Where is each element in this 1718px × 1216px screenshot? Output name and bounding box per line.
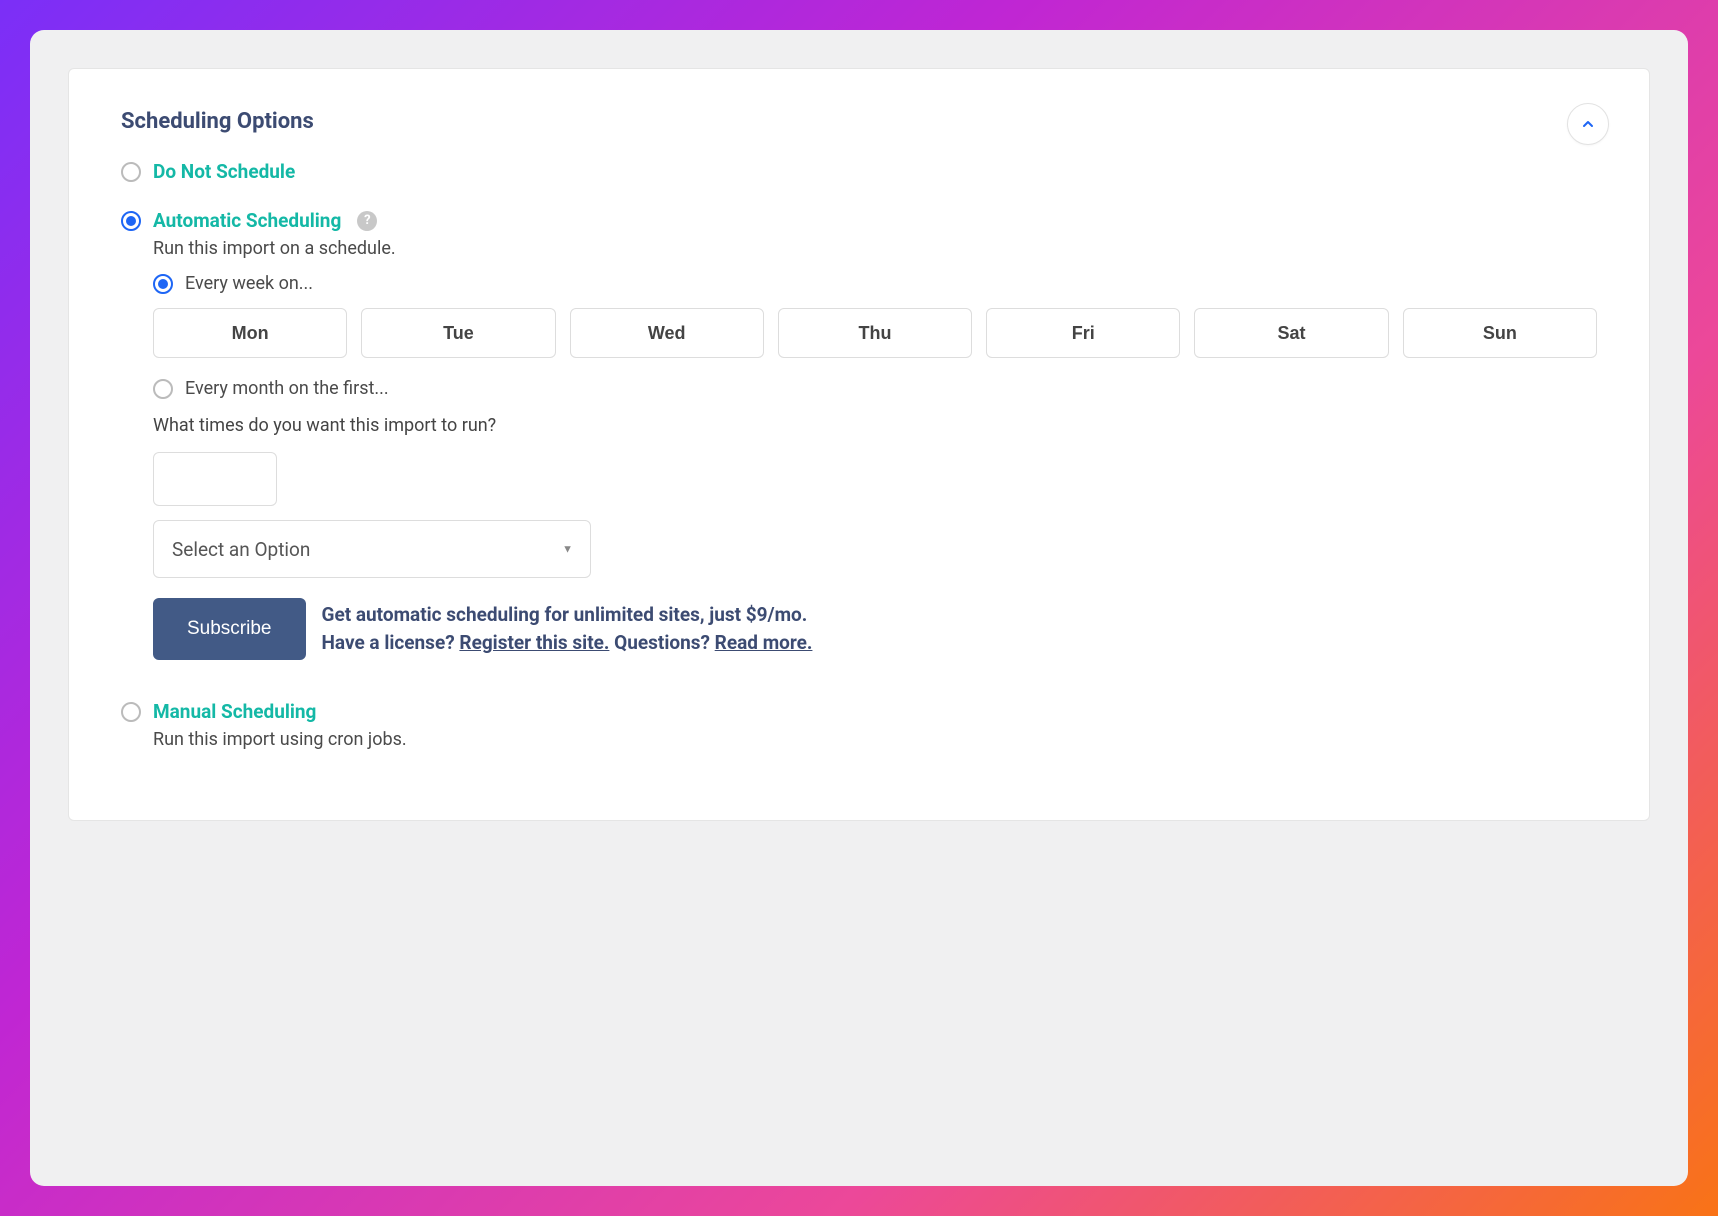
label-do-not-schedule[interactable]: Do Not Schedule <box>153 160 295 183</box>
scheduling-card: Scheduling Options Do Not Schedule Autom… <box>68 68 1650 821</box>
label-automatic[interactable]: Automatic Scheduling <box>153 209 341 232</box>
promo-text: Get automatic scheduling for unlimited s… <box>322 601 813 656</box>
promo-line2b: Questions? <box>609 631 714 654</box>
automatic-sub-block: Every week on... Mon Tue Wed Thu Fri Sat… <box>153 273 1597 660</box>
day-thu[interactable]: Thu <box>778 308 972 358</box>
outer-panel: Scheduling Options Do Not Schedule Autom… <box>30 30 1688 1186</box>
radio-manual[interactable] <box>121 702 141 722</box>
radio-monthly[interactable] <box>153 379 173 399</box>
time-input[interactable] <box>153 452 277 506</box>
radio-automatic[interactable] <box>121 211 141 231</box>
label-manual[interactable]: Manual Scheduling <box>153 700 316 723</box>
option-select-value: Select an Option <box>172 538 310 561</box>
promo-line1: Get automatic scheduling for unlimited s… <box>322 603 808 626</box>
desc-manual: Run this import using cron jobs. <box>153 729 1597 750</box>
option-do-not-schedule: Do Not Schedule <box>121 160 1597 183</box>
section-title: Scheduling Options <box>121 109 1597 134</box>
promo-row: Subscribe Get automatic scheduling for u… <box>153 598 1597 660</box>
option-select-wrap: Select an Option ▼ <box>153 520 591 578</box>
day-sat[interactable]: Sat <box>1194 308 1388 358</box>
promo-line2a: Have a license? <box>322 631 460 654</box>
day-wed[interactable]: Wed <box>570 308 764 358</box>
link-read-more[interactable]: Read more. <box>715 631 813 654</box>
help-icon[interactable]: ? <box>357 211 377 231</box>
days-row: Mon Tue Wed Thu Fri Sat Sun <box>153 308 1597 358</box>
chevron-up-icon <box>1580 116 1596 132</box>
option-automatic: Automatic Scheduling ? Run this import o… <box>121 209 1597 660</box>
link-register-site[interactable]: Register this site. <box>459 631 609 654</box>
subscribe-button[interactable]: Subscribe <box>153 598 306 660</box>
label-weekly[interactable]: Every week on... <box>185 273 313 294</box>
day-sun[interactable]: Sun <box>1403 308 1597 358</box>
option-manual: Manual Scheduling Run this import using … <box>121 700 1597 750</box>
day-fri[interactable]: Fri <box>986 308 1180 358</box>
day-mon[interactable]: Mon <box>153 308 347 358</box>
radio-weekly[interactable] <box>153 274 173 294</box>
times-question: What times do you want this import to ru… <box>153 415 1597 436</box>
chevron-down-icon: ▼ <box>562 543 573 556</box>
desc-automatic: Run this import on a schedule. <box>153 238 1597 259</box>
label-monthly[interactable]: Every month on the first... <box>185 378 389 399</box>
option-select[interactable]: Select an Option <box>153 520 591 578</box>
collapse-button[interactable] <box>1567 103 1609 145</box>
radio-do-not-schedule[interactable] <box>121 162 141 182</box>
day-tue[interactable]: Tue <box>361 308 555 358</box>
